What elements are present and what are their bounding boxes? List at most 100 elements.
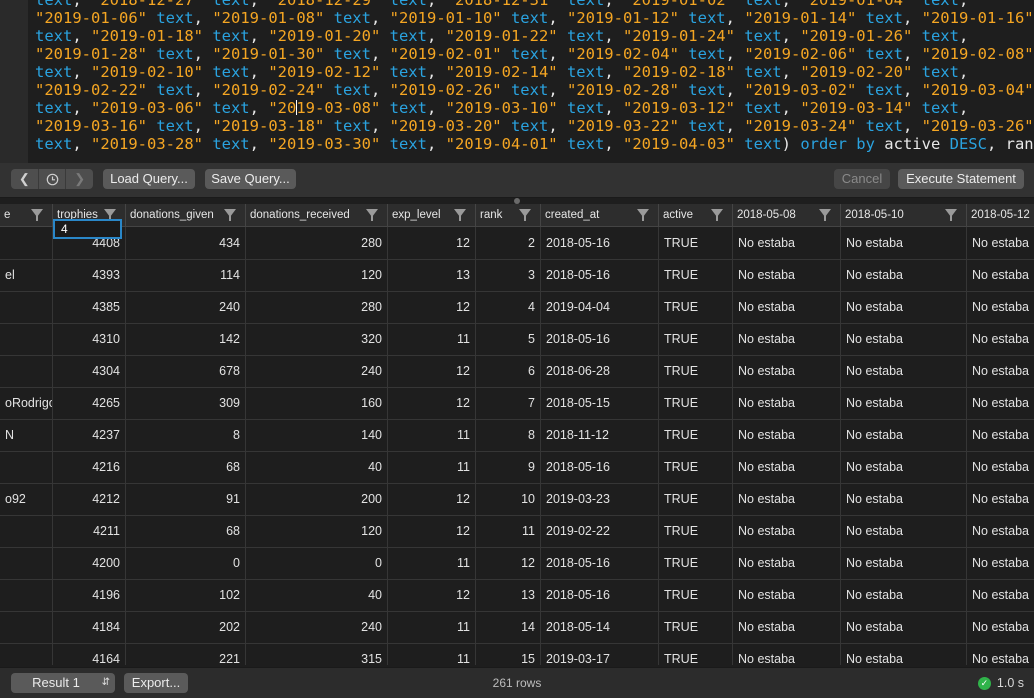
filter-icon[interactable] <box>31 209 43 221</box>
table-cell[interactable]: No estaba <box>841 451 967 483</box>
table-cell[interactable]: No estaba <box>733 227 841 259</box>
table-cell[interactable]: No estaba <box>967 611 1034 643</box>
table-cell[interactable]: No estaba <box>841 579 967 611</box>
table-cell[interactable]: 2019-02-22 <box>541 515 659 547</box>
sql-editor[interactable]: text, "2018-12-27" text, "2018-12-29" te… <box>0 0 1034 163</box>
table-cell[interactable]: TRUE <box>659 291 733 323</box>
table-cell[interactable]: No estaba <box>967 387 1034 419</box>
table-cell[interactable]: 0 <box>246 547 388 579</box>
table-cell[interactable]: 12 <box>388 355 476 387</box>
table-cell[interactable]: 2018-05-16 <box>541 579 659 611</box>
table-cell[interactable] <box>0 547 53 579</box>
table-cell[interactable]: 11 <box>388 547 476 579</box>
table-cell[interactable]: No estaba <box>841 483 967 515</box>
table-cell[interactable]: 2018-05-16 <box>541 547 659 579</box>
table-cell[interactable]: No estaba <box>967 259 1034 291</box>
table-cell[interactable]: 240 <box>246 355 388 387</box>
column-header[interactable]: 2018-05-08 <box>733 204 841 226</box>
table-cell[interactable]: No estaba <box>733 643 841 665</box>
table-cell[interactable]: 2018-06-28 <box>541 355 659 387</box>
table-cell[interactable]: 4184 <box>53 611 126 643</box>
chevron-left-icon[interactable]: ❮ <box>11 169 39 189</box>
table-cell[interactable]: 13 <box>388 259 476 291</box>
table-cell[interactable]: No estaba <box>733 451 841 483</box>
table-cell[interactable]: 8 <box>476 419 541 451</box>
table-cell[interactable]: 11 <box>388 643 476 665</box>
table-cell[interactable]: 240 <box>126 291 246 323</box>
table-cell[interactable]: TRUE <box>659 451 733 483</box>
table-cell[interactable]: 4393 <box>53 259 126 291</box>
table-cell[interactable]: 2 <box>476 227 541 259</box>
table-cell[interactable]: No estaba <box>841 323 967 355</box>
table-cell[interactable]: 114 <box>126 259 246 291</box>
table-cell[interactable]: 3 <box>476 259 541 291</box>
table-cell[interactable]: 68 <box>126 515 246 547</box>
table-cell[interactable]: No estaba <box>733 579 841 611</box>
table-cell[interactable]: No estaba <box>733 387 841 419</box>
table-row[interactable]: 4304 678 240 12 6 2018-06-28 TRUE No estaba No e… <box>0 355 1034 388</box>
table-cell[interactable]: TRUE <box>659 643 733 665</box>
filter-icon[interactable] <box>454 209 466 221</box>
table-cell[interactable]: TRUE <box>659 259 733 291</box>
table-cell[interactable] <box>0 611 53 643</box>
table-cell[interactable]: TRUE <box>659 547 733 579</box>
table-cell[interactable]: No estaba <box>733 547 841 579</box>
table-cell[interactable]: 4164 <box>53 643 126 665</box>
table-cell[interactable]: 12 <box>388 227 476 259</box>
column-header[interactable]: 2018-05-12 <box>967 204 1034 226</box>
filter-icon[interactable] <box>819 209 831 221</box>
table-cell[interactable]: TRUE <box>659 355 733 387</box>
table-cell[interactable]: 11 <box>388 611 476 643</box>
table-cell[interactable]: 12 <box>388 291 476 323</box>
table-cell[interactable]: 5 <box>476 323 541 355</box>
sql-code[interactable]: text, "2018-12-27" text, "2018-12-29" te… <box>35 0 1034 153</box>
cancel-button[interactable]: Cancel <box>834 169 890 189</box>
table-cell[interactable] <box>0 355 53 387</box>
table-cell[interactable]: 142 <box>126 323 246 355</box>
table-cell[interactable]: 12 <box>388 483 476 515</box>
table-cell[interactable]: 120 <box>246 515 388 547</box>
table-cell[interactable]: No estaba <box>841 291 967 323</box>
table-row[interactable]: oRodrigo 4265 309 160 12 7 2018-05-15 TRUE No es… <box>0 387 1034 420</box>
table-cell[interactable]: No estaba <box>967 323 1034 355</box>
table-cell[interactable]: 40 <box>246 579 388 611</box>
table-cell[interactable]: 68 <box>126 451 246 483</box>
table-cell[interactable]: No estaba <box>733 515 841 547</box>
table-cell[interactable] <box>0 643 53 665</box>
execute-statement-button[interactable]: Execute Statement <box>898 169 1024 189</box>
table-cell[interactable]: 434 <box>126 227 246 259</box>
chevron-right-icon[interactable]: ❯ <box>66 169 93 189</box>
table-cell[interactable] <box>0 227 53 259</box>
table-cell[interactable]: 4212 <box>53 483 126 515</box>
table-cell[interactable]: 40 <box>246 451 388 483</box>
table-cell[interactable]: 9 <box>476 451 541 483</box>
column-header[interactable]: donations_received <box>246 204 388 226</box>
filter-icon[interactable] <box>104 209 116 221</box>
table-cell[interactable]: No estaba <box>967 515 1034 547</box>
table-cell[interactable]: 2018-05-15 <box>541 387 659 419</box>
table-cell[interactable]: 91 <box>126 483 246 515</box>
table-cell[interactable]: No estaba <box>841 643 967 665</box>
table-cell[interactable]: 12 <box>388 387 476 419</box>
table-cell[interactable]: o92 <box>0 483 53 515</box>
table-cell[interactable]: 2018-05-16 <box>541 227 659 259</box>
table-cell[interactable]: 309 <box>126 387 246 419</box>
table-row[interactable]: 4164 221 315 11 15 2019-03-17 TRUE No estaba No … <box>0 643 1034 665</box>
table-cell[interactable]: 12 <box>388 515 476 547</box>
table-cell[interactable]: 6 <box>476 355 541 387</box>
table-cell[interactable]: 13 <box>476 579 541 611</box>
table-cell[interactable]: 200 <box>246 483 388 515</box>
table-cell[interactable]: 0 <box>126 547 246 579</box>
column-header[interactable]: 2018-05-10 <box>841 204 967 226</box>
table-cell[interactable]: 102 <box>126 579 246 611</box>
table-cell[interactable]: 4385 <box>53 291 126 323</box>
filter-icon[interactable] <box>945 209 957 221</box>
save-query-button[interactable]: Save Query... <box>205 169 296 189</box>
table-cell[interactable] <box>0 291 53 323</box>
table-cell[interactable]: 15 <box>476 643 541 665</box>
table-cell[interactable]: No estaba <box>967 451 1034 483</box>
table-cell[interactable]: 202 <box>126 611 246 643</box>
table-cell[interactable]: 2018-11-12 <box>541 419 659 451</box>
table-cell[interactable]: TRUE <box>659 323 733 355</box>
filter-icon[interactable] <box>711 209 723 221</box>
